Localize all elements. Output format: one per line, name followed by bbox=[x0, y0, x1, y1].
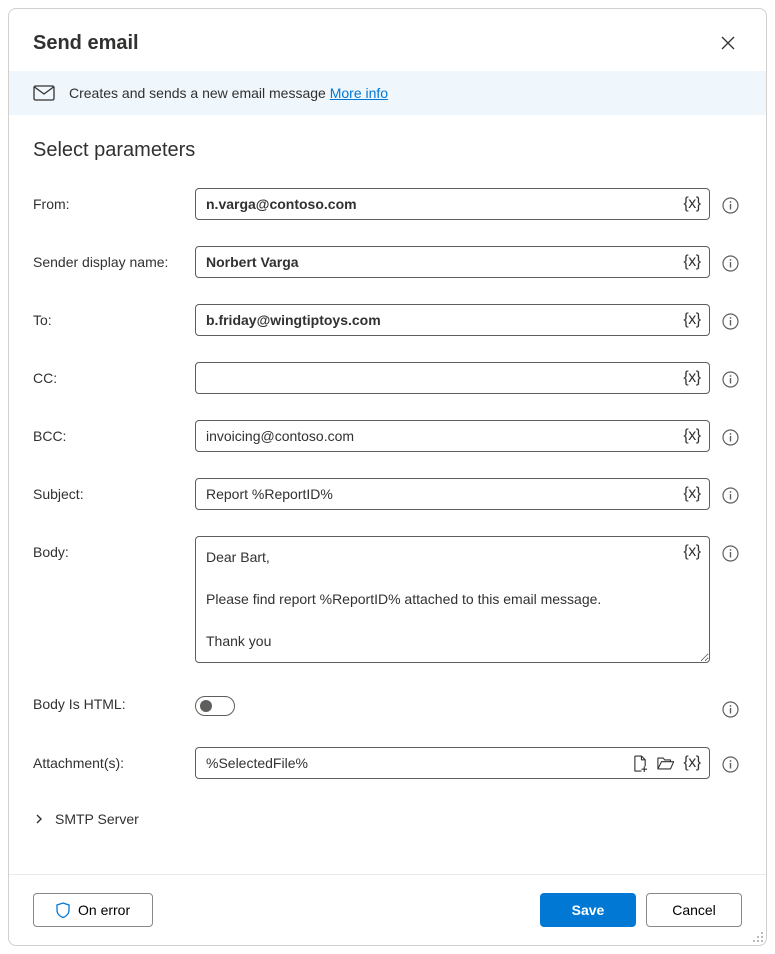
variable-icon: {x} bbox=[683, 195, 700, 213]
body-label: Body: bbox=[33, 536, 187, 560]
variable-picker-button[interactable]: {x} bbox=[680, 250, 704, 274]
info-icon bbox=[722, 313, 739, 330]
info-icon bbox=[722, 197, 739, 214]
dialog-title: Send email bbox=[33, 32, 139, 55]
attachments-label: Attachment(s): bbox=[33, 747, 187, 771]
body-html-label: Body Is HTML: bbox=[33, 692, 187, 712]
info-button[interactable] bbox=[718, 367, 742, 391]
param-subject: Subject: {x} bbox=[33, 478, 742, 510]
param-attachments: Attachment(s): {x} bbox=[33, 747, 742, 779]
cc-label: CC: bbox=[33, 362, 187, 386]
info-icon bbox=[722, 487, 739, 504]
bcc-label: BCC: bbox=[33, 420, 187, 444]
body-html-toggle[interactable] bbox=[195, 696, 235, 716]
close-icon bbox=[721, 36, 735, 50]
envelope-icon bbox=[33, 85, 55, 101]
dialog-content: Select parameters From: {x} Sender displ… bbox=[9, 115, 766, 874]
variable-picker-button[interactable]: {x} bbox=[680, 366, 704, 390]
info-button[interactable] bbox=[718, 697, 742, 721]
info-button[interactable] bbox=[718, 309, 742, 333]
from-label: From: bbox=[33, 188, 187, 212]
dialog-header: Send email bbox=[9, 9, 766, 71]
variable-picker-button[interactable]: {x} bbox=[680, 308, 704, 332]
shield-icon bbox=[56, 902, 70, 918]
cc-input[interactable] bbox=[195, 362, 710, 394]
param-to: To: {x} bbox=[33, 304, 742, 336]
info-icon bbox=[722, 756, 739, 773]
dialog-footer: On error Save Cancel bbox=[9, 874, 766, 945]
save-button[interactable]: Save bbox=[540, 893, 636, 927]
info-button[interactable] bbox=[718, 752, 742, 776]
variable-icon: {x} bbox=[683, 485, 700, 503]
cancel-button[interactable]: Cancel bbox=[646, 893, 742, 927]
info-button[interactable] bbox=[718, 251, 742, 275]
smtp-server-expander[interactable]: SMTP Server bbox=[33, 805, 742, 845]
bcc-input[interactable] bbox=[195, 420, 710, 452]
info-button[interactable] bbox=[718, 541, 742, 565]
chevron-right-icon bbox=[33, 813, 45, 825]
info-icon bbox=[722, 371, 739, 388]
info-icon bbox=[722, 429, 739, 446]
variable-picker-button[interactable]: {x} bbox=[680, 540, 704, 564]
close-button[interactable] bbox=[714, 29, 742, 57]
smtp-server-label: SMTP Server bbox=[55, 811, 139, 827]
subject-input[interactable] bbox=[195, 478, 710, 510]
from-input[interactable] bbox=[195, 188, 710, 220]
param-body: Body: {x} bbox=[33, 536, 742, 666]
param-sender: Sender display name: {x} bbox=[33, 246, 742, 278]
param-bcc: BCC: {x} bbox=[33, 420, 742, 452]
variable-icon: {x} bbox=[683, 543, 700, 561]
param-from: From: {x} bbox=[33, 188, 742, 220]
variable-picker-button[interactable]: {x} bbox=[680, 424, 704, 448]
variable-icon: {x} bbox=[683, 754, 700, 772]
folder-open-icon bbox=[657, 757, 675, 770]
to-input[interactable] bbox=[195, 304, 710, 336]
variable-icon: {x} bbox=[683, 427, 700, 445]
info-icon bbox=[722, 701, 739, 718]
variable-picker-button[interactable]: {x} bbox=[680, 482, 704, 506]
body-input[interactable] bbox=[195, 536, 710, 663]
on-error-button[interactable]: On error bbox=[33, 893, 153, 927]
subject-label: Subject: bbox=[33, 478, 187, 502]
sender-input[interactable] bbox=[195, 246, 710, 278]
file-add-icon bbox=[633, 755, 648, 772]
select-file-button[interactable] bbox=[628, 751, 652, 775]
info-button[interactable] bbox=[718, 193, 742, 217]
variable-icon: {x} bbox=[683, 369, 700, 387]
info-button[interactable] bbox=[718, 425, 742, 449]
variable-picker-button[interactable]: {x} bbox=[680, 192, 704, 216]
param-body-html: Body Is HTML: bbox=[33, 692, 742, 721]
variable-icon: {x} bbox=[683, 253, 700, 271]
variable-picker-button[interactable]: {x} bbox=[680, 751, 704, 775]
param-cc: CC: {x} bbox=[33, 362, 742, 394]
toggle-knob bbox=[200, 700, 212, 712]
info-icon bbox=[722, 255, 739, 272]
sender-label: Sender display name: bbox=[33, 246, 187, 270]
info-icon bbox=[722, 545, 739, 562]
info-bar: Creates and sends a new email message Mo… bbox=[9, 71, 766, 115]
to-label: To: bbox=[33, 304, 187, 328]
browse-button[interactable] bbox=[654, 751, 678, 775]
on-error-label: On error bbox=[78, 902, 130, 918]
info-text: Creates and sends a new email message Mo… bbox=[69, 85, 388, 101]
send-email-dialog: Send email Creates and sends a new email… bbox=[8, 8, 767, 946]
more-info-link[interactable]: More info bbox=[330, 85, 388, 101]
section-title: Select parameters bbox=[33, 139, 742, 162]
variable-icon: {x} bbox=[683, 311, 700, 329]
info-button[interactable] bbox=[718, 483, 742, 507]
